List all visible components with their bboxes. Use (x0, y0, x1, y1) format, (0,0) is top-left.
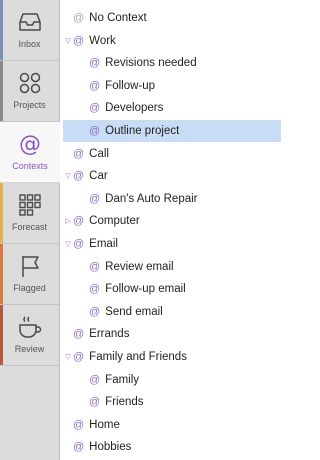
context-row[interactable]: @ Errands (63, 323, 281, 345)
inbox-icon (17, 9, 43, 35)
tab-label: Flagged (13, 283, 46, 293)
tab-accent-strip (0, 244, 3, 304)
review-icon (17, 314, 43, 340)
context-row[interactable]: @ Family (63, 369, 281, 391)
tab-accent-strip (0, 183, 3, 243)
tab-label: Contexts (12, 161, 48, 171)
context-label: Review email (105, 260, 174, 273)
context-at-icon: @ (89, 79, 101, 92)
tab-accent-strip (0, 61, 3, 121)
tab-contexts[interactable]: @ Contexts (0, 122, 60, 183)
context-label: Errands (89, 328, 130, 341)
tab-label: Review (14, 344, 45, 354)
context-label: Computer (89, 215, 140, 228)
context-label: Follow-up (105, 79, 156, 92)
context-label: No Context (89, 12, 147, 24)
context-at-icon: @ (73, 170, 85, 183)
context-label: Car (89, 170, 108, 183)
context-label: Outline project (105, 125, 180, 137)
context-at-icon: @ (73, 238, 85, 250)
context-label: Call (89, 147, 109, 160)
context-label: Work (89, 34, 116, 47)
context-at-icon: @ (89, 57, 101, 70)
disclosure-expanded-icon[interactable]: ▽ (63, 172, 73, 180)
context-at-icon: @ (89, 102, 101, 115)
context-row[interactable]: @ Call (63, 143, 281, 165)
context-at-icon: @ (89, 305, 101, 318)
projects-icon (17, 70, 43, 96)
context-label: Family and Friends (89, 351, 187, 363)
context-row[interactable]: @ Hobbies (63, 436, 281, 458)
context-row[interactable]: @ Follow-up email (63, 278, 281, 300)
context-at-icon: @ (89, 283, 101, 296)
context-label: Email (89, 238, 118, 250)
context-label: Send email (105, 305, 163, 318)
tab-label: Projects (13, 100, 46, 110)
context-row[interactable]: ▽ @ Work (63, 30, 281, 52)
context-at-icon: @ (73, 215, 85, 228)
context-row[interactable]: @ Follow-up (63, 75, 281, 97)
context-at-icon: @ (73, 147, 85, 160)
context-label: Friends (105, 396, 144, 409)
tab-inbox[interactable]: Inbox (0, 0, 59, 61)
tab-label: Inbox (18, 39, 41, 49)
disclosure-expanded-icon[interactable]: ▽ (63, 240, 73, 248)
context-at-icon: @ (73, 328, 85, 341)
tab-label: Forecast (11, 222, 47, 232)
context-label: Developers (105, 102, 164, 115)
context-at-icon: @ (73, 418, 85, 431)
context-row[interactable]: @ Home (63, 414, 281, 436)
context-row[interactable]: @ Revisions needed (63, 52, 281, 74)
context-at-icon: @ (73, 351, 85, 363)
context-label: Family (105, 373, 140, 386)
context-at-icon: @ (73, 12, 85, 24)
context-at-icon: @ (73, 441, 85, 454)
context-at-icon: @ (89, 192, 101, 205)
tab-accent-strip (0, 0, 3, 60)
context-row[interactable]: @ Dan's Auto Repair (63, 188, 281, 210)
disclosure-expanded-icon[interactable]: ▽ (63, 353, 73, 361)
context-at-icon: @ (89, 125, 101, 137)
forecast-icon (17, 192, 43, 218)
tab-review[interactable]: Review (0, 305, 59, 366)
tab-flagged[interactable]: Flagged (0, 244, 59, 305)
context-label: Hobbies (89, 441, 132, 454)
tab-accent-strip (0, 305, 3, 365)
context-label: Home (89, 418, 120, 431)
context-row[interactable]: @ Send email (63, 301, 281, 323)
context-label: Dan's Auto Repair (105, 192, 198, 205)
context-at-icon: @ (89, 373, 101, 386)
context-row[interactable]: @ Outline project (63, 120, 281, 142)
tab-forecast[interactable]: Forecast (0, 183, 59, 244)
context-row[interactable]: ▷ @ Computer (63, 210, 281, 232)
context-row[interactable]: ▽ @ Car (63, 165, 281, 187)
perspective-sidebar: Inbox Projects @ Contexts Forecast Flagg… (0, 0, 60, 460)
context-at-icon: @ (89, 396, 101, 409)
contexts-icon: @ (17, 131, 43, 157)
context-label: Follow-up email (105, 283, 186, 296)
disclosure-expanded-icon[interactable]: ▽ (63, 37, 73, 45)
context-row[interactable]: @ Developers (63, 97, 281, 119)
tab-projects[interactable]: Projects (0, 61, 59, 122)
svg-text:@: @ (19, 132, 41, 157)
context-label: Revisions needed (105, 57, 197, 70)
context-row[interactable]: @ Friends (63, 391, 281, 413)
context-row[interactable]: ▽ @ Email (63, 233, 281, 255)
context-at-icon: @ (73, 34, 85, 47)
contexts-outline: @ No Context ▽ @ Work @ Revisions needed @ Follo… (60, 0, 283, 460)
context-row[interactable]: ▽ @ Family and Friends (63, 346, 281, 368)
context-at-icon: @ (89, 260, 101, 273)
context-row[interactable]: @ No Context (63, 7, 281, 29)
context-row[interactable]: @ Review email (63, 256, 281, 278)
disclosure-collapsed-icon[interactable]: ▷ (63, 217, 73, 225)
flag-icon (17, 253, 43, 279)
